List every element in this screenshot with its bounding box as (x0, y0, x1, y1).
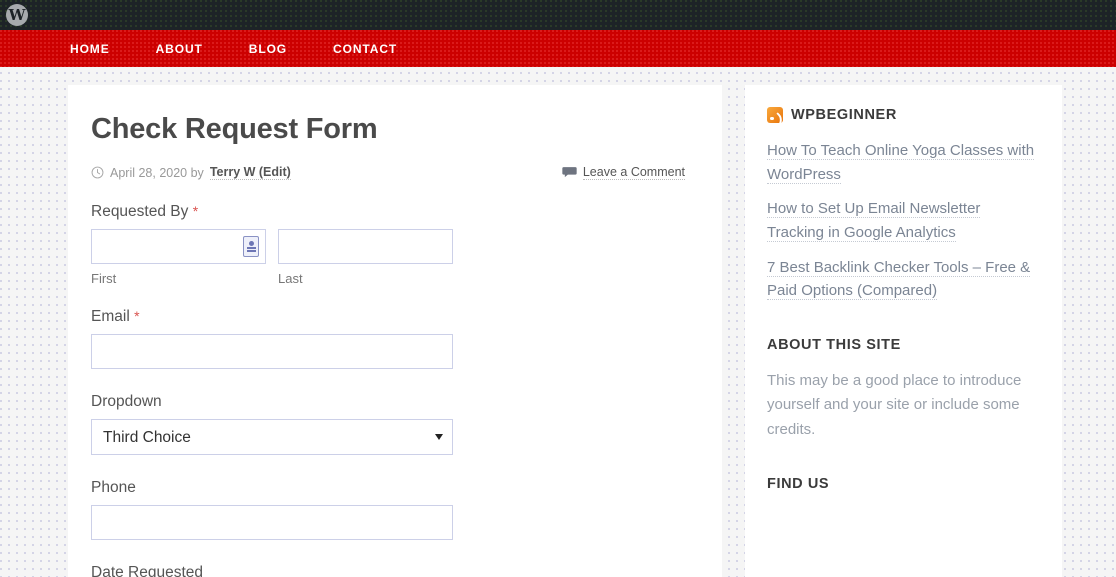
contact-card-icon[interactable] (243, 236, 259, 257)
widget-about-this-site: About This Site This may be a good place… (767, 337, 1040, 442)
requested-by-required-mark: * (192, 203, 199, 219)
email-label-text: Email (91, 308, 130, 325)
list-item: How To Teach Online Yoga Classes with Wo… (767, 139, 1040, 186)
wp-admin-bar: W (0, 0, 1116, 30)
rss-widget-title-text: WPBeginner (791, 107, 897, 123)
date-requested-label: Date Requested (91, 564, 204, 577)
last-name-input[interactable] (278, 229, 453, 264)
entry-date: April 28, 2020 by (110, 165, 204, 180)
clock-icon (91, 166, 104, 179)
last-name-column: Last (278, 229, 453, 286)
name-row: First Last (91, 229, 688, 286)
widget-rss-wpbeginner: WPBeginner How To Teach Online Yoga Clas… (767, 107, 1040, 303)
primary-navigation: Home About Blog Contact (0, 30, 1116, 67)
rss-widget-title: WPBeginner (767, 107, 1040, 123)
widget-find-us: Find Us (767, 476, 1040, 492)
about-widget-text: This may be a good place to introduce yo… (767, 372, 1022, 438)
nav-item-contact[interactable]: Contact (333, 42, 397, 56)
nav-item-blog[interactable]: Blog (249, 42, 287, 56)
nav-item-home[interactable]: Home (70, 42, 110, 56)
rss-link-2[interactable]: How to Set Up Email Newsletter Tracking … (767, 200, 981, 243)
list-item: How to Set Up Email Newsletter Tracking … (767, 197, 1040, 244)
dropdown-select[interactable]: Third Choice (91, 419, 453, 455)
entry-meta: April 28, 2020 by Terry W (Edit) Leave a… (91, 165, 688, 180)
field-phone: Phone (91, 479, 688, 540)
dropdown-wrapper: Third Choice (91, 419, 453, 455)
dropdown-label: Dropdown (91, 393, 162, 410)
first-name-column: First (91, 229, 266, 286)
email-input[interactable] (91, 334, 453, 369)
page-title: Check Request Form (91, 113, 378, 145)
about-widget-title: About This Site (767, 337, 901, 354)
main-content-card: Check Request Form April 28, 2020 by Ter… (68, 85, 722, 577)
find-us-widget-title: Find Us (767, 476, 830, 493)
first-name-sublabel: First (91, 271, 117, 286)
field-email: Email * (91, 308, 688, 369)
leave-a-comment-link[interactable]: Leave a Comment (582, 165, 685, 180)
field-date-requested: Date Requested (91, 564, 688, 577)
phone-label: Phone (91, 479, 136, 496)
last-name-sublabel: Last (278, 271, 303, 286)
list-item: 7 Best Backlink Checker Tools – Free & P… (767, 256, 1040, 303)
wordpress-logo-icon[interactable]: W (6, 4, 28, 26)
first-name-input[interactable] (91, 229, 266, 264)
entry-meta-right: Leave a Comment (562, 165, 685, 180)
rss-link-1[interactable]: How To Teach Online Yoga Classes with Wo… (767, 142, 1035, 184)
field-dropdown: Dropdown Third Choice (91, 393, 688, 455)
rss-link-3[interactable]: 7 Best Backlink Checker Tools – Free & P… (767, 258, 1031, 301)
entry-author-link[interactable]: Terry W (Edit) (209, 165, 291, 180)
nav-item-about[interactable]: About (156, 42, 203, 56)
email-label: Email * (91, 308, 688, 326)
field-requested-by: Requested By * First Last (91, 203, 688, 286)
email-required-mark: * (134, 308, 140, 324)
rss-item-list: How To Teach Online Yoga Classes with Wo… (767, 139, 1040, 303)
requested-by-label-text: Requested By (91, 203, 189, 220)
wordpress-logo-glyph: W (8, 5, 26, 24)
requested-by-label: Requested By * (91, 203, 688, 221)
page-wrapper: Check Request Form April 28, 2020 by Ter… (0, 67, 1116, 577)
sidebar: WPBeginner How To Teach Online Yoga Clas… (745, 85, 1062, 577)
entry-meta-left: April 28, 2020 by Terry W (Edit) (91, 165, 291, 180)
phone-input[interactable] (91, 505, 453, 540)
rss-icon (767, 107, 783, 123)
comment-bubble-icon (562, 166, 577, 179)
